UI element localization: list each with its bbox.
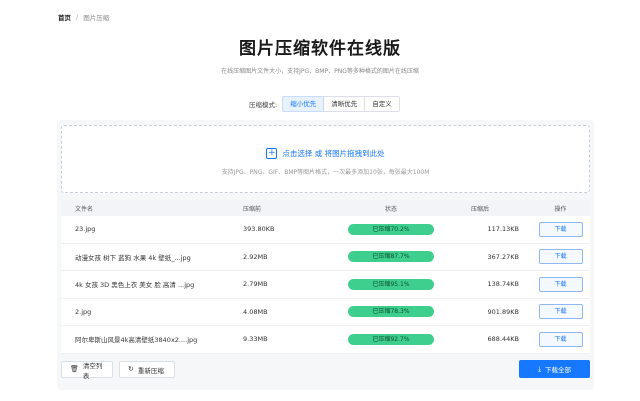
table-row: 动漫女孩 树下 蓝狗 水果 4k 壁纸_...jpg 2.92MB 已压缩87.… [61, 243, 590, 271]
file-name: 阿尔卑斯山风景4k高清壁纸3840x2....jpg [75, 336, 198, 345]
download-button[interactable]: 下载 [538, 304, 583, 320]
recompress-label: 重新压缩 [137, 366, 164, 375]
size-after: 367.27KB [487, 252, 519, 261]
header-op: 操作 [554, 205, 567, 213]
file-name: 4k 女孩 3D 黑色上衣 美女 脸 高清 ...jpg [75, 281, 195, 290]
size-before: 4.08MB [243, 307, 268, 316]
download-button[interactable]: 下载 [538, 249, 583, 265]
clear-list-label: 清空列表 [82, 361, 103, 380]
upload-dropzone[interactable]: + 点击选择 或 将图片拖拽到此处 支持JPG、PNG、GIF、BMP等图片格式… [61, 125, 590, 193]
size-after: 901.89KB [487, 307, 519, 316]
file-name: 23.jpg [75, 225, 96, 234]
breadcrumb-separator: / [76, 13, 79, 21]
compression-mode-group: 压缩模式: 缩小优先 清晰优先 自定义 [249, 96, 400, 112]
size-before: 2.79MB [243, 280, 268, 289]
table-header: 文件名 压缩前 状态 压缩后 操作 [61, 200, 590, 216]
mode-option-smaller[interactable]: 缩小优先 [282, 96, 325, 112]
file-name: 2.jpg [75, 307, 92, 316]
header-status: 状态 [384, 205, 397, 213]
upload-action-text[interactable]: 点击选择 或 将图片拖拽到此处 [282, 148, 384, 159]
upload-action[interactable]: + 点击选择 或 将图片拖拽到此处 [62, 148, 589, 159]
download-button[interactable]: 下载 [538, 221, 583, 237]
download-button[interactable]: 下载 [538, 331, 583, 347]
plus-icon: + [266, 148, 278, 159]
file-table: 文件名 压缩前 状态 压缩后 操作 23.jpg 393.80KB 已压缩70.… [61, 200, 590, 354]
upload-hint: 支持JPG、PNG、GIF、BMP等图片格式，一次最多添加10张，每张最大100… [221, 169, 430, 176]
header-after: 压缩后 [471, 205, 490, 213]
status-badge: 已压缩78.3% [348, 306, 434, 318]
mode-label: 压缩模式: [249, 101, 278, 109]
download-icon: ⤓ [537, 364, 542, 373]
refresh-icon: ↻ [128, 365, 134, 373]
recompress-button[interactable]: ↻ 重新压缩 [119, 361, 175, 378]
size-after: 688.44KB [487, 335, 519, 344]
breadcrumb: 首页 / 图片压缩 [58, 12, 109, 22]
table-row: 23.jpg 393.80KB 已压缩70.2% 117.13KB 下载 [61, 216, 590, 244]
size-after: 117.13KB [487, 225, 519, 234]
file-name: 动漫女孩 树下 蓝狗 水果 4k 壁纸_...jpg [75, 253, 191, 262]
table-row: 阿尔卑斯山风景4k高清壁纸3840x2....jpg 9.33MB 已压缩92.… [61, 326, 590, 354]
status-badge: 已压缩87.7% [348, 251, 434, 263]
breadcrumb-current: 图片压缩 [83, 14, 110, 22]
trash-icon: 🗑 [70, 365, 79, 373]
page-subtitle: 在线压缩图片文件大小，支持JPG、BMP、PNG等多种格式的图片在线压缩 [221, 68, 419, 75]
mode-option-clearer[interactable]: 清晰优先 [323, 96, 366, 112]
table-row: 2.jpg 4.08MB 已压缩78.3% 901.89KB 下载 [61, 298, 590, 326]
page-title: 图片压缩软件在线版 [239, 39, 401, 59]
size-before: 9.33MB [243, 335, 268, 344]
size-after: 138.74KB [487, 280, 519, 289]
download-button[interactable]: 下载 [538, 276, 583, 292]
status-badge: 已压缩95.1% [348, 278, 434, 290]
breadcrumb-home[interactable]: 首页 [58, 12, 71, 22]
mode-option-custom[interactable]: 自定义 [364, 96, 400, 112]
download-all-label: 下载全部 [545, 366, 572, 374]
header-before: 压缩前 [243, 205, 262, 213]
size-before: 2.92MB [243, 252, 268, 261]
size-before: 393.80KB [243, 225, 275, 234]
table-row: 4k 女孩 3D 黑色上衣 美女 脸 高清 ...jpg 2.79MB 已压缩9… [61, 271, 590, 299]
clear-list-button[interactable]: 🗑 清空列表 [61, 361, 113, 380]
download-all-button[interactable]: ⤓ 下载全部 [519, 360, 590, 378]
status-badge: 已压缩92.7% [348, 333, 434, 345]
status-badge: 已压缩70.2% [348, 223, 434, 235]
header-name: 文件名 [75, 205, 94, 213]
